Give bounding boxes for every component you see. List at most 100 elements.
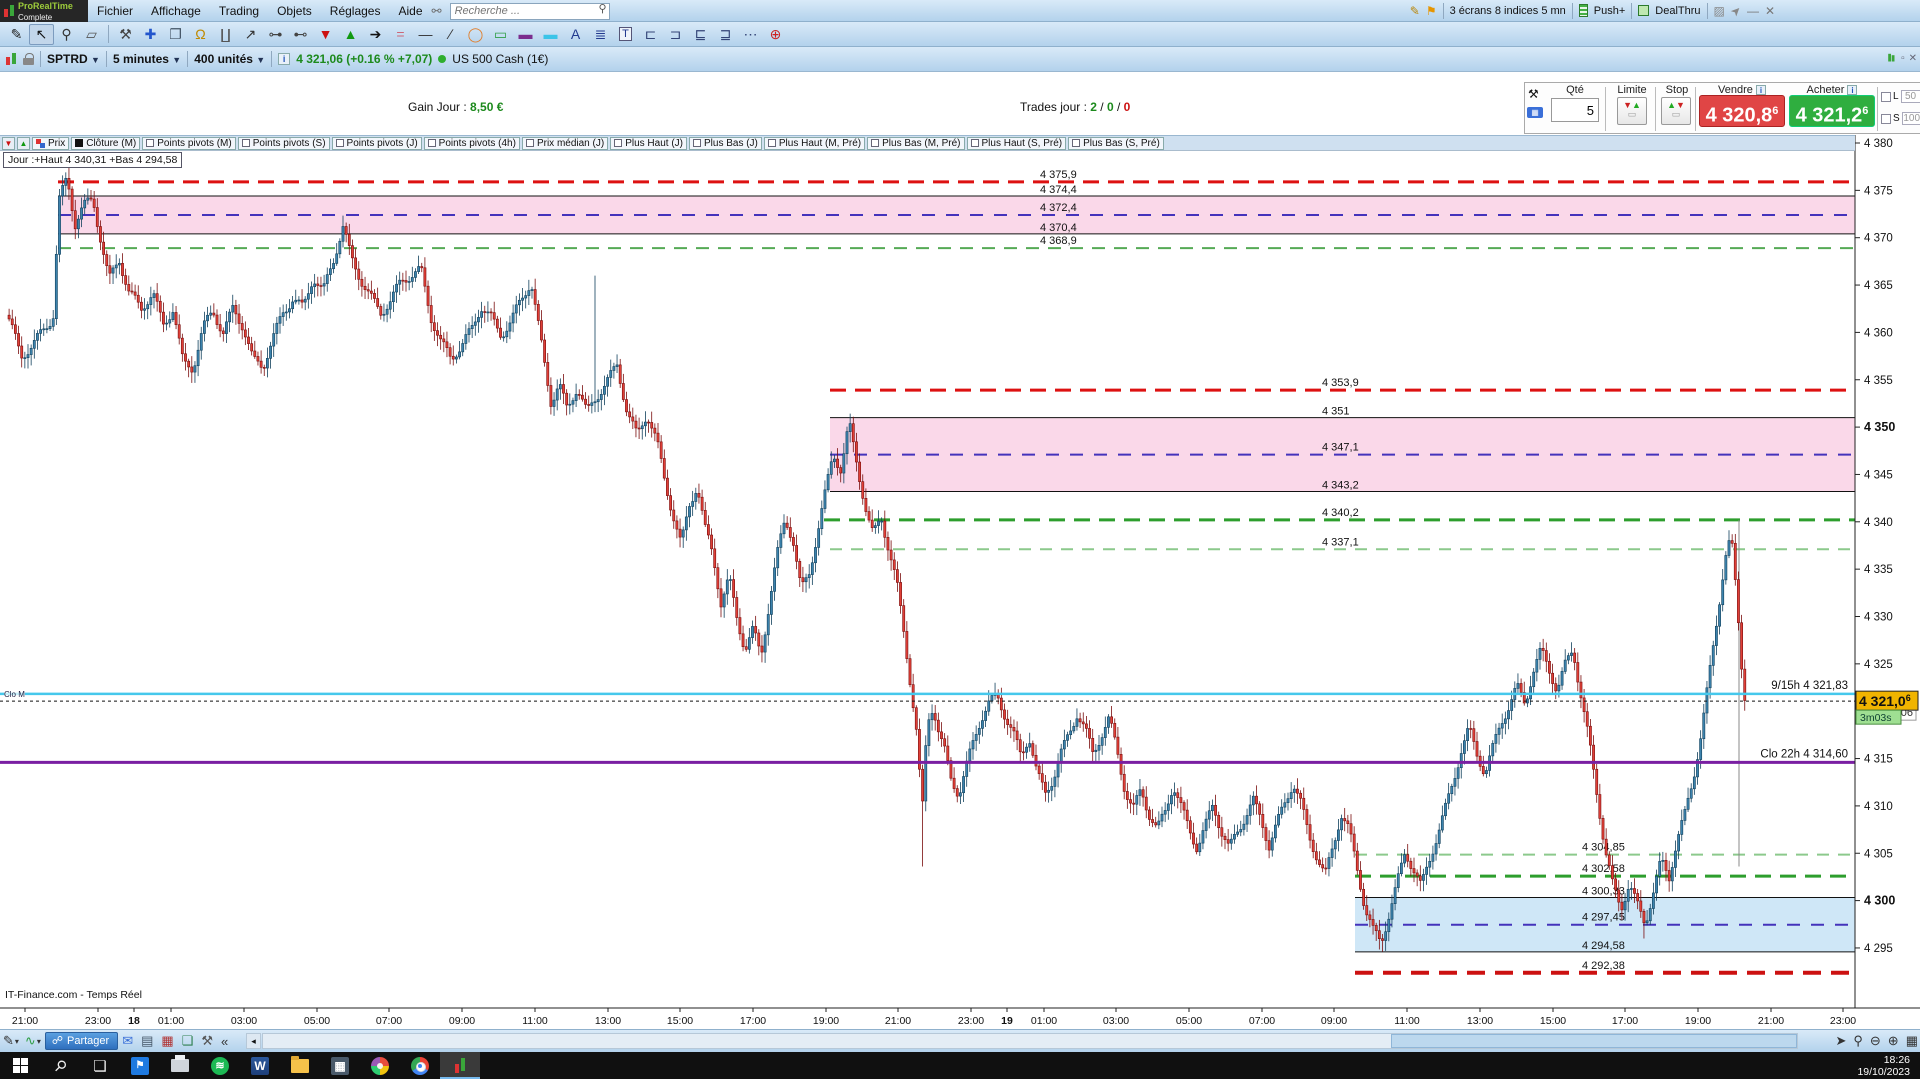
sell-info-icon[interactable]: i [1755, 85, 1766, 95]
chart-scrollbar-track[interactable] [262, 1033, 1798, 1049]
taskbar-app-store[interactable]: ⚑ [120, 1052, 160, 1079]
rectangle-icon[interactable]: ▭ [488, 24, 513, 45]
cyan-line-icon[interactable]: ▬ [538, 24, 563, 45]
flag-icon[interactable]: ⚑ [1426, 5, 1437, 17]
notes-pen-icon[interactable]: ✎ [1410, 5, 1420, 17]
ruler-icon[interactable]: ▱ [79, 24, 104, 45]
chart-style-icon[interactable]: ∿ ▾ [25, 1033, 41, 1049]
alert-bell-icon[interactable]: Ω [188, 24, 213, 45]
zoom-icon[interactable]: ⚲ [54, 24, 79, 45]
chat-icon[interactable]: ✉ [122, 1033, 133, 1049]
zoom-fit-icon[interactable]: ⚲ [1853, 1033, 1863, 1049]
menu-fichier[interactable]: Fichier [88, 4, 142, 18]
workspace-label[interactable]: 3 écrans 8 indices 5 mn [1450, 5, 1566, 17]
taskbar-app-calculator[interactable]: ▦ [320, 1052, 360, 1079]
legend-item-plus-bas-m-pr[interactable]: Plus Bas (M, Pré) [867, 136, 965, 150]
buy-button[interactable]: 4 321,26 [1789, 95, 1875, 127]
horizontal-line-icon[interactable]: — [413, 24, 438, 45]
copy-icon[interactable]: ❐ [163, 24, 188, 45]
legend-item-points-pivots-j[interactable]: Points pivots (J) [331, 136, 422, 150]
pin-icon[interactable]: ➤ [1727, 2, 1744, 19]
pencil-icon[interactable]: ✎ [4, 24, 29, 45]
chart-scrollbar-thumb[interactable] [1391, 1034, 1797, 1048]
dotted-line-icon[interactable]: ⋯ [738, 24, 763, 45]
stop-order-button[interactable]: ▲▼ ▭ [1661, 97, 1691, 125]
channel-a-icon[interactable]: ⊏ [638, 24, 663, 45]
collapse-icon[interactable]: « [221, 1034, 228, 1049]
cursor-icon[interactable]: ↖ [29, 23, 54, 45]
taskbar-app-search[interactable]: ⚲ [40, 1052, 80, 1079]
panel-chart-icon[interactable] [1887, 52, 1895, 63]
panel-restore-icon[interactable]: ▫ [1901, 53, 1905, 64]
share-button[interactable]: ☍ Partager [44, 1032, 119, 1050]
channel-c-icon[interactable]: ⊑ [688, 24, 713, 45]
legend-item-points-pivots-m[interactable]: Points pivots (M) [142, 136, 236, 150]
taskbar-app-word[interactable]: W [240, 1052, 280, 1079]
taskbar-app-start[interactable] [0, 1052, 40, 1079]
taskbar-app-chrome[interactable] [400, 1052, 440, 1079]
chart-type-icon[interactable]: ▦ [1906, 1033, 1918, 1049]
s-points-value[interactable]: 100 [1901, 112, 1920, 125]
buy-info-icon[interactable]: i [1847, 85, 1858, 95]
dealthru-label[interactable]: DealThru [1655, 5, 1700, 17]
heatmap-icon[interactable]: ▦ [161, 1033, 173, 1049]
draw-tool-icon[interactable]: ✎ ▾ [3, 1033, 19, 1049]
taskbar-app-spotify[interactable]: ≋ [200, 1052, 240, 1079]
channel-b-icon[interactable]: ⊐ [663, 24, 688, 45]
timeframe-dropdown[interactable]: 5 minutes ▼ [113, 52, 181, 66]
menu-trading[interactable]: Trading [210, 4, 268, 18]
close-icon[interactable]: ✕ [1765, 5, 1775, 17]
sell-arrow-icon[interactable]: ▼ [313, 24, 338, 45]
info-icon[interactable]: i [278, 53, 291, 65]
link-segment-icon[interactable]: ⊶ [263, 24, 288, 45]
settings-wrench-icon[interactable]: ⚒ [201, 1033, 213, 1049]
zoom-out-icon[interactable]: ⊖ [1870, 1033, 1881, 1049]
legend-item-plus-haut-s-pr[interactable]: Plus Haut (S, Pré) [966, 136, 1067, 150]
legend-scroll-down-button[interactable]: ▼ [2, 136, 15, 150]
taskbar-app-printer[interactable] [160, 1052, 200, 1079]
menu-objets[interactable]: Objets [268, 4, 321, 18]
continue-arrow-icon[interactable]: ➔ [363, 24, 388, 45]
ellipse-icon[interactable]: ◯ [463, 24, 488, 45]
buy-arrow-icon[interactable]: ▲ [338, 24, 363, 45]
chart-type-candles-icon[interactable] [5, 51, 17, 67]
legend-item-plus-bas-j[interactable]: Plus Bas (J) [688, 136, 762, 150]
window-icon[interactable]: ❏ [182, 1033, 194, 1049]
menu-reglages[interactable]: Réglages [321, 4, 390, 18]
units-dropdown[interactable]: 400 unités ▼ [194, 52, 265, 66]
text-box-icon[interactable]: T [613, 24, 638, 45]
edit-mode-icon[interactable]: ▨ [1714, 5, 1725, 17]
stop-checkbox[interactable] [1881, 113, 1891, 124]
panel-settings-wrench-icon[interactable]: ⚒ [1528, 87, 1539, 101]
legend-scroll-up-button[interactable]: ▲ [17, 136, 30, 150]
pointer-icon[interactable]: ➤ [1835, 1033, 1846, 1049]
paragraph-icon[interactable]: ≣ [588, 24, 613, 45]
crosshair-icon[interactable]: ⊕ [763, 24, 788, 45]
keyboard-icon[interactable]: ▦ [1527, 107, 1543, 118]
l-points-value[interactable]: 50 [1900, 90, 1920, 103]
tools-icon[interactable]: ⚒ [113, 24, 138, 45]
qty-input[interactable] [1551, 98, 1599, 122]
trash-icon[interactable]: ∐ [213, 24, 238, 45]
menu-aide[interactable]: Aide [389, 4, 431, 18]
taskbar-clock[interactable]: 18:26 19/10/2023 [1857, 1054, 1910, 1078]
legend-item-points-pivots-4h[interactable]: Points pivots (4h) [423, 136, 520, 150]
panel-close-icon[interactable]: ✕ [1909, 53, 1917, 64]
watchlist-icon[interactable]: ▤ [141, 1033, 153, 1049]
taskbar-app-task-view[interactable]: ❏ [80, 1052, 120, 1079]
limit-order-button[interactable]: ▼▲ ▭ [1617, 97, 1647, 125]
push-label[interactable]: Push+ [1594, 5, 1626, 17]
legend-item-points-pivots-s[interactable]: Points pivots (S) [237, 136, 330, 150]
legend-item-prix-m-dian-j[interactable]: Prix médian (J) [521, 136, 609, 150]
legend-item-cl-ture-m[interactable]: Clôture (M) [71, 136, 141, 150]
limit-checkbox[interactable] [1881, 91, 1891, 102]
text-annotation-icon[interactable]: A [563, 24, 588, 45]
lock-icon[interactable] [23, 53, 34, 65]
search-input[interactable] [449, 2, 610, 20]
taskbar-app-prorealtime[interactable] [440, 1052, 480, 1079]
purple-line-icon[interactable]: ▬ [513, 24, 538, 45]
zoom-in-icon[interactable]: ⊕ [1888, 1033, 1899, 1049]
channel-d-icon[interactable]: ⊒ [713, 24, 738, 45]
oblique-line-icon[interactable]: ∕ [438, 24, 463, 45]
search-icon[interactable]: ⚲ [599, 2, 607, 15]
